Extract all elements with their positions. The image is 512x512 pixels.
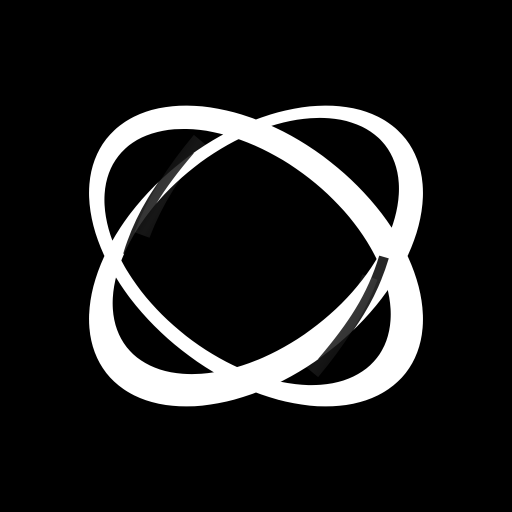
app-icon bbox=[0, 0, 512, 512]
orbit-ring-b bbox=[0, 0, 512, 512]
orbit-rings-icon bbox=[0, 0, 512, 512]
